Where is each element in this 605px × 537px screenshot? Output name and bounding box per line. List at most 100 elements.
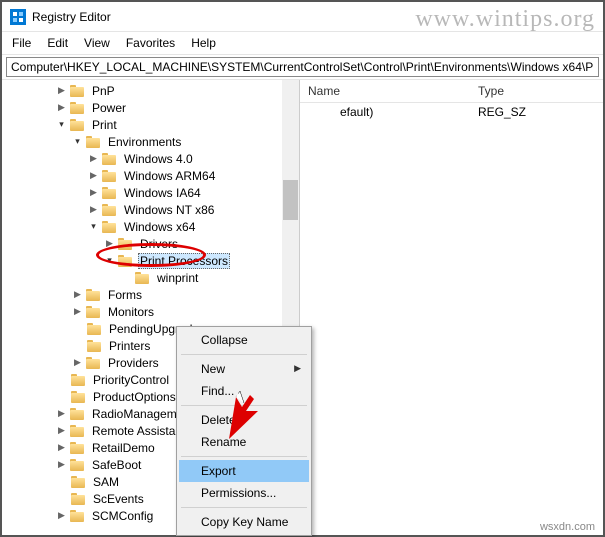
folder-icon bbox=[102, 186, 118, 199]
chevron-right-icon[interactable]: ▶ bbox=[55, 441, 68, 454]
menu-view[interactable]: View bbox=[84, 36, 110, 50]
tree-item-winia64[interactable]: Windows IA64 bbox=[122, 186, 203, 200]
cell-name: efault) bbox=[300, 103, 470, 121]
separator bbox=[181, 405, 307, 406]
wsxdn-text: wsxdn.com bbox=[540, 521, 595, 533]
ctx-find[interactable]: Find... bbox=[179, 380, 309, 402]
scrollbar-thumb[interactable] bbox=[283, 180, 298, 220]
chevron-right-icon[interactable]: ▶ bbox=[71, 356, 84, 369]
folder-icon bbox=[87, 322, 103, 335]
col-name[interactable]: Name bbox=[300, 80, 470, 102]
ctx-collapse[interactable]: Collapse bbox=[179, 329, 309, 351]
col-type[interactable]: Type bbox=[470, 80, 603, 102]
tree-item-win40[interactable]: Windows 4.0 bbox=[122, 152, 195, 166]
chevron-right-icon[interactable]: ▶ bbox=[87, 203, 100, 216]
folder-icon bbox=[71, 475, 87, 488]
folder-icon bbox=[86, 356, 102, 369]
chevron-down-icon[interactable]: ▾ bbox=[71, 135, 84, 148]
tree-item-winprint[interactable]: winprint bbox=[155, 271, 200, 285]
separator bbox=[181, 507, 307, 508]
folder-icon bbox=[71, 390, 87, 403]
chevron-right-icon[interactable]: ▶ bbox=[55, 509, 68, 522]
folder-icon bbox=[135, 271, 151, 284]
folder-icon bbox=[70, 424, 86, 437]
folder-icon bbox=[118, 254, 134, 267]
tree-item-power[interactable]: Power bbox=[90, 101, 128, 115]
tree-item-printprocessors[interactable]: Print Processors bbox=[138, 253, 230, 269]
chevron-right-icon[interactable]: ▶ bbox=[55, 458, 68, 471]
chevron-right-icon[interactable]: ▶ bbox=[55, 424, 68, 437]
folder-icon bbox=[86, 288, 102, 301]
tree-item-prioritycontrol[interactable]: PriorityControl bbox=[91, 373, 171, 387]
tree-item-safeboot[interactable]: SafeBoot bbox=[90, 458, 143, 472]
submenu-arrow-icon: ▶ bbox=[294, 363, 301, 374]
folder-icon bbox=[86, 305, 102, 318]
folder-icon bbox=[102, 220, 118, 233]
folder-icon bbox=[87, 339, 103, 352]
separator bbox=[181, 456, 307, 457]
tree-item-print[interactable]: Print bbox=[90, 118, 119, 132]
folder-icon bbox=[102, 203, 118, 216]
tree-item-winx64[interactable]: Windows x64 bbox=[122, 220, 197, 234]
folder-icon bbox=[70, 84, 86, 97]
regedit-icon bbox=[10, 9, 26, 25]
folder-icon bbox=[102, 169, 118, 182]
list-header: Name Type bbox=[300, 80, 603, 103]
chevron-right-icon[interactable]: ▶ bbox=[87, 152, 100, 165]
tree-item-productoptions[interactable]: ProductOptions bbox=[91, 390, 178, 404]
tree-item-monitors[interactable]: Monitors bbox=[106, 305, 156, 319]
chevron-down-icon[interactable]: ▾ bbox=[103, 254, 116, 267]
folder-icon bbox=[70, 407, 86, 420]
tree-item-winarm64[interactable]: Windows ARM64 bbox=[122, 169, 217, 183]
tree-item-scevents[interactable]: ScEvents bbox=[91, 492, 146, 506]
context-menu: Collapse New▶ Find... Delete Rename Expo… bbox=[176, 326, 312, 536]
tree-item-retaildemo[interactable]: RetailDemo bbox=[90, 441, 157, 455]
menu-help[interactable]: Help bbox=[191, 36, 216, 50]
values-list-panel[interactable]: Name Type efault) REG_SZ bbox=[300, 80, 603, 531]
tree-item-drivers[interactable]: Drivers bbox=[138, 237, 180, 251]
tree-item-environments[interactable]: Environments bbox=[106, 135, 183, 149]
chevron-right-icon[interactable]: ▶ bbox=[87, 169, 100, 182]
chevron-right-icon[interactable]: ▶ bbox=[55, 407, 68, 420]
chevron-down-icon[interactable]: ▾ bbox=[87, 220, 100, 233]
folder-icon bbox=[102, 152, 118, 165]
chevron-right-icon[interactable]: ▶ bbox=[87, 186, 100, 199]
chevron-down-icon[interactable]: ▾ bbox=[55, 118, 68, 131]
tree-item-sam[interactable]: SAM bbox=[91, 475, 121, 489]
ctx-permissions[interactable]: Permissions... bbox=[179, 482, 309, 504]
tree-item-scmconfig[interactable]: SCMConfig bbox=[90, 509, 155, 523]
menu-edit[interactable]: Edit bbox=[47, 36, 68, 50]
ctx-delete[interactable]: Delete bbox=[179, 409, 309, 431]
separator bbox=[181, 354, 307, 355]
ctx-copykeyname[interactable]: Copy Key Name bbox=[179, 511, 309, 533]
tree-item-forms[interactable]: Forms bbox=[106, 288, 144, 302]
chevron-right-icon[interactable]: ▶ bbox=[55, 84, 68, 97]
folder-icon bbox=[118, 237, 134, 250]
folder-icon bbox=[70, 458, 86, 471]
address-bar bbox=[2, 54, 603, 80]
chevron-right-icon[interactable]: ▶ bbox=[71, 288, 84, 301]
cell-type: REG_SZ bbox=[470, 103, 603, 121]
chevron-right-icon[interactable]: ▶ bbox=[55, 101, 68, 114]
title-bar: Registry Editor bbox=[2, 2, 603, 32]
tree-item-providers[interactable]: Providers bbox=[106, 356, 161, 370]
folder-icon bbox=[70, 118, 86, 131]
folder-icon bbox=[71, 492, 87, 505]
ctx-export[interactable]: Export bbox=[179, 460, 309, 482]
ctx-rename[interactable]: Rename bbox=[179, 431, 309, 453]
tree-item-printers[interactable]: Printers bbox=[107, 339, 152, 353]
chevron-right-icon[interactable]: ▶ bbox=[103, 237, 116, 250]
folder-icon bbox=[86, 135, 102, 148]
menu-file[interactable]: File bbox=[12, 36, 31, 50]
address-input[interactable] bbox=[6, 57, 599, 77]
folder-icon bbox=[70, 509, 86, 522]
list-row[interactable]: efault) REG_SZ bbox=[300, 103, 603, 121]
folder-icon bbox=[70, 441, 86, 454]
folder-icon bbox=[70, 101, 86, 114]
window-title: Registry Editor bbox=[32, 10, 111, 24]
ctx-new[interactable]: New▶ bbox=[179, 358, 309, 380]
menu-favorites[interactable]: Favorites bbox=[126, 36, 175, 50]
chevron-right-icon[interactable]: ▶ bbox=[71, 305, 84, 318]
tree-item-pnp[interactable]: PnP bbox=[90, 84, 117, 98]
tree-item-winntx86[interactable]: Windows NT x86 bbox=[122, 203, 216, 217]
